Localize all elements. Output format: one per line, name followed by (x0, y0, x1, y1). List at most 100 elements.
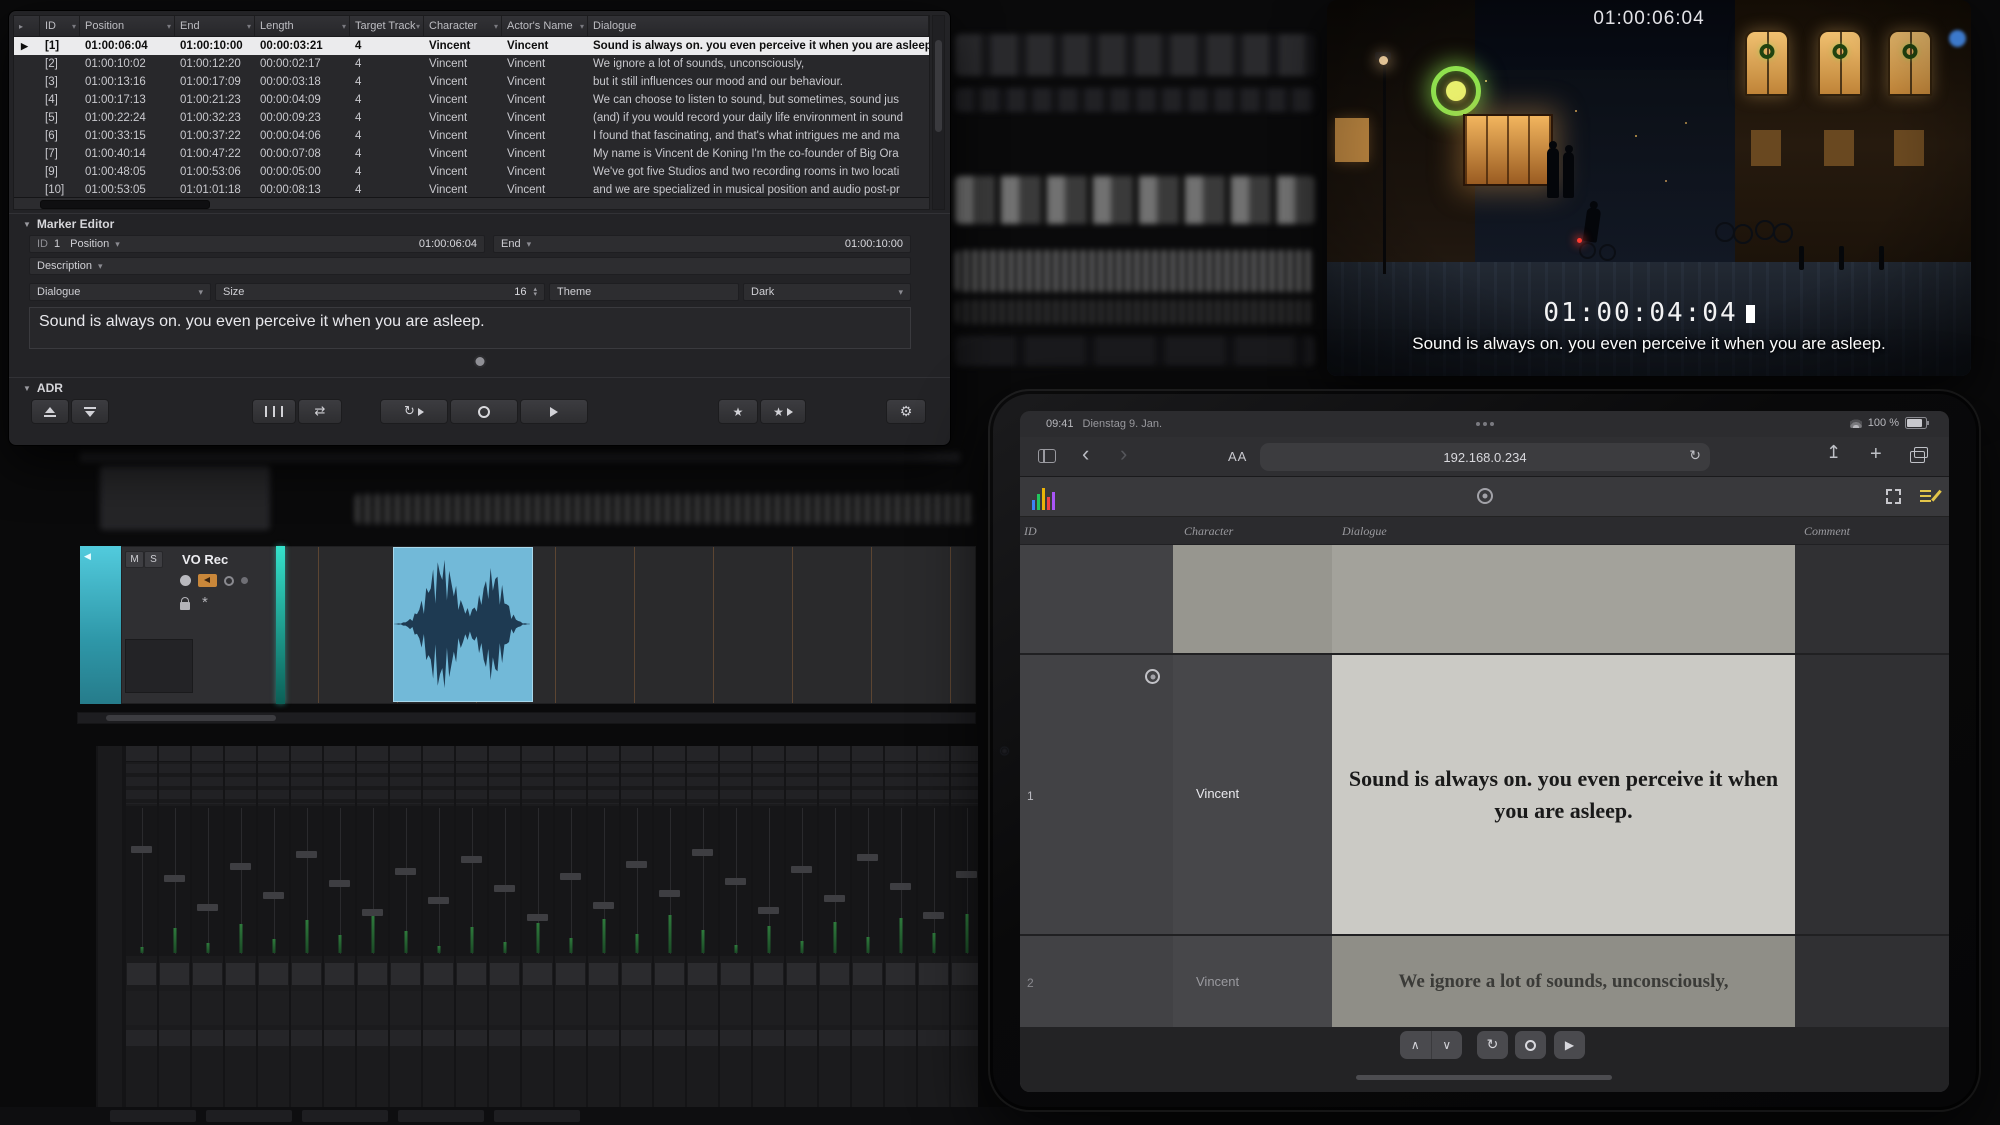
column-header-actor[interactable]: Actor's Name (502, 16, 588, 36)
favorite-next-button[interactable] (760, 399, 806, 424)
mixer-channel-strip[interactable] (852, 746, 883, 1125)
table-row[interactable]: [3] 01:00:13:16 01:00:17:09 00:00:03:18 … (14, 73, 929, 91)
new-tab-icon[interactable]: + (1870, 443, 1882, 466)
dialogue-preview[interactable]: Sound is always on. you even perceive it… (29, 307, 911, 349)
record-button[interactable] (450, 399, 518, 424)
sidebar-icon[interactable] (1038, 449, 1056, 463)
settings-button[interactable] (886, 399, 926, 424)
bottom-tab[interactable] (302, 1110, 388, 1122)
marker-end-field[interactable]: End 01:00:10:00 (493, 235, 911, 253)
bottom-tab[interactable] (398, 1110, 484, 1122)
input-icon[interactable] (224, 576, 234, 586)
bottom-tab[interactable] (206, 1110, 292, 1122)
playhead-sync-icon[interactable] (1145, 669, 1160, 684)
record-enable-icon[interactable] (180, 575, 191, 586)
track-name[interactable]: VO Rec (182, 552, 228, 567)
adr-section-title[interactable]: ADR (23, 381, 63, 395)
chevron-down-icon[interactable] (109, 238, 120, 250)
resize-handle[interactable] (473, 355, 486, 368)
edit-script-icon[interactable] (1920, 487, 1938, 505)
chevron-down-icon[interactable] (521, 238, 532, 250)
back-icon[interactable] (1082, 441, 1089, 467)
mixer-channel-strip[interactable] (621, 746, 652, 1125)
mixer-channel-strip[interactable] (555, 746, 586, 1125)
marker-vscrollbar[interactable] (932, 15, 945, 210)
active-dialogue-cell[interactable]: Sound is always on. you even perceive it… (1332, 655, 1795, 934)
audio-clip[interactable] (393, 547, 533, 702)
punch-out-button[interactable] (71, 399, 109, 424)
mixer-channel-strip[interactable] (357, 746, 388, 1125)
font-dropdown[interactable]: Dialogue (29, 283, 211, 301)
lock-icon[interactable] (180, 602, 190, 610)
mixer-channel-strip[interactable] (654, 746, 685, 1125)
mixer-channel-strip[interactable] (918, 746, 949, 1125)
track-header[interactable]: M S VO Rec (121, 546, 281, 704)
table-row[interactable]: [9] 01:00:48:05 01:00:53:06 00:00:05:00 … (14, 163, 929, 181)
monitor-icon[interactable] (198, 574, 217, 587)
scrollbar-thumb[interactable] (40, 200, 210, 209)
mixer-channel-strip[interactable] (786, 746, 817, 1125)
url-field[interactable]: 192.168.0.234 (1260, 443, 1710, 471)
table-row[interactable]: [2] 01:00:10:02 01:00:12:20 00:00:02:17 … (14, 55, 929, 73)
mixer-channel-strip[interactable] (324, 746, 355, 1125)
column-header-dialogue[interactable]: Dialogue (588, 16, 929, 36)
swap-mode-button[interactable] (298, 399, 342, 424)
previous-cue-icon[interactable]: ∧ (1400, 1031, 1432, 1059)
mixer-channel-strip[interactable] (159, 746, 190, 1125)
column-header-id[interactable]: ID (40, 16, 80, 36)
table-row[interactable]: [4] 01:00:17:13 01:00:21:23 00:00:04:09 … (14, 91, 929, 109)
bottom-tab[interactable] (494, 1110, 580, 1122)
chevron-down-icon[interactable] (198, 287, 203, 298)
mixer-channel-strip[interactable] (720, 746, 751, 1125)
mixer-channel-strip[interactable] (423, 746, 454, 1125)
solo-button[interactable]: S (144, 551, 163, 568)
rehearse-mode-button[interactable] (252, 399, 296, 424)
tabs-icon[interactable] (1910, 451, 1925, 463)
position-value[interactable]: 01:00:06:04 (419, 238, 477, 250)
track-fold-icon[interactable] (84, 551, 91, 562)
mixer-channel-strip[interactable] (291, 746, 322, 1125)
cue-step-buttons[interactable]: ∧∨ (1400, 1031, 1462, 1059)
table-row[interactable]: [5] 01:00:22:24 01:00:32:23 00:00:09:23 … (14, 109, 929, 127)
horizontal-scrollbar[interactable] (77, 712, 976, 724)
mixer-channel-strip[interactable] (522, 746, 553, 1125)
play-button[interactable] (520, 399, 588, 424)
multitasking-dots-icon[interactable] (1476, 422, 1494, 426)
marker-editor-section-title[interactable]: Marker Editor (23, 217, 114, 231)
attribute-dropdown[interactable]: Description (29, 257, 911, 275)
reader-button[interactable]: AA (1228, 449, 1247, 464)
column-header-end[interactable]: End (175, 16, 255, 36)
theme-dropdown[interactable]: Dark (743, 283, 911, 301)
mixer-channel-strip[interactable] (819, 746, 850, 1125)
column-header-target-track[interactable]: Target Track (350, 16, 424, 36)
column-header-length[interactable]: Length (255, 16, 350, 36)
mixer-channel-strip[interactable] (687, 746, 718, 1125)
table-row[interactable]: [7] 01:00:40:14 01:00:47:22 00:00:07:08 … (14, 145, 929, 163)
size-value[interactable]: 16 (514, 286, 526, 298)
marker-hscrollbar[interactable] (14, 197, 929, 209)
mixer-channel-strip[interactable] (126, 746, 157, 1125)
table-row[interactable]: [6] 01:00:33:15 01:00:37:22 00:00:04:06 … (14, 127, 929, 145)
mixer-channel-strip[interactable] (951, 746, 978, 1125)
next-cue-icon[interactable]: ∨ (1432, 1031, 1463, 1059)
timeline-lane[interactable] (281, 546, 976, 704)
home-indicator[interactable] (1356, 1075, 1612, 1080)
forward-icon[interactable] (1120, 441, 1127, 467)
track-color-band[interactable] (80, 546, 121, 704)
marker-position-field[interactable]: ID 1 Position 01:00:06:04 (29, 235, 485, 253)
column-header-play[interactable] (14, 16, 40, 36)
mixer-channel-strip[interactable] (456, 746, 487, 1125)
mixer-channel-strip[interactable] (192, 746, 223, 1125)
record-status-button[interactable] (1515, 1031, 1546, 1059)
mixer-channel-strip[interactable] (258, 746, 289, 1125)
mixer-channel-strip[interactable] (225, 746, 256, 1125)
play-button[interactable]: ▶ (1554, 1031, 1585, 1059)
share-icon[interactable] (1826, 442, 1841, 463)
chevron-down-icon[interactable] (92, 260, 103, 272)
favorite-button[interactable] (718, 399, 758, 424)
next-dialogue-cell[interactable]: We ignore a lot of sounds, unconsciously… (1332, 936, 1795, 1027)
table-row[interactable]: ▶ [1] 01:00:06:04 01:00:10:00 00:00:03:2… (14, 37, 929, 55)
scrollbar-thumb[interactable] (106, 715, 276, 721)
bottom-tab[interactable] (110, 1110, 196, 1122)
mixer-channel-strip[interactable] (753, 746, 784, 1125)
